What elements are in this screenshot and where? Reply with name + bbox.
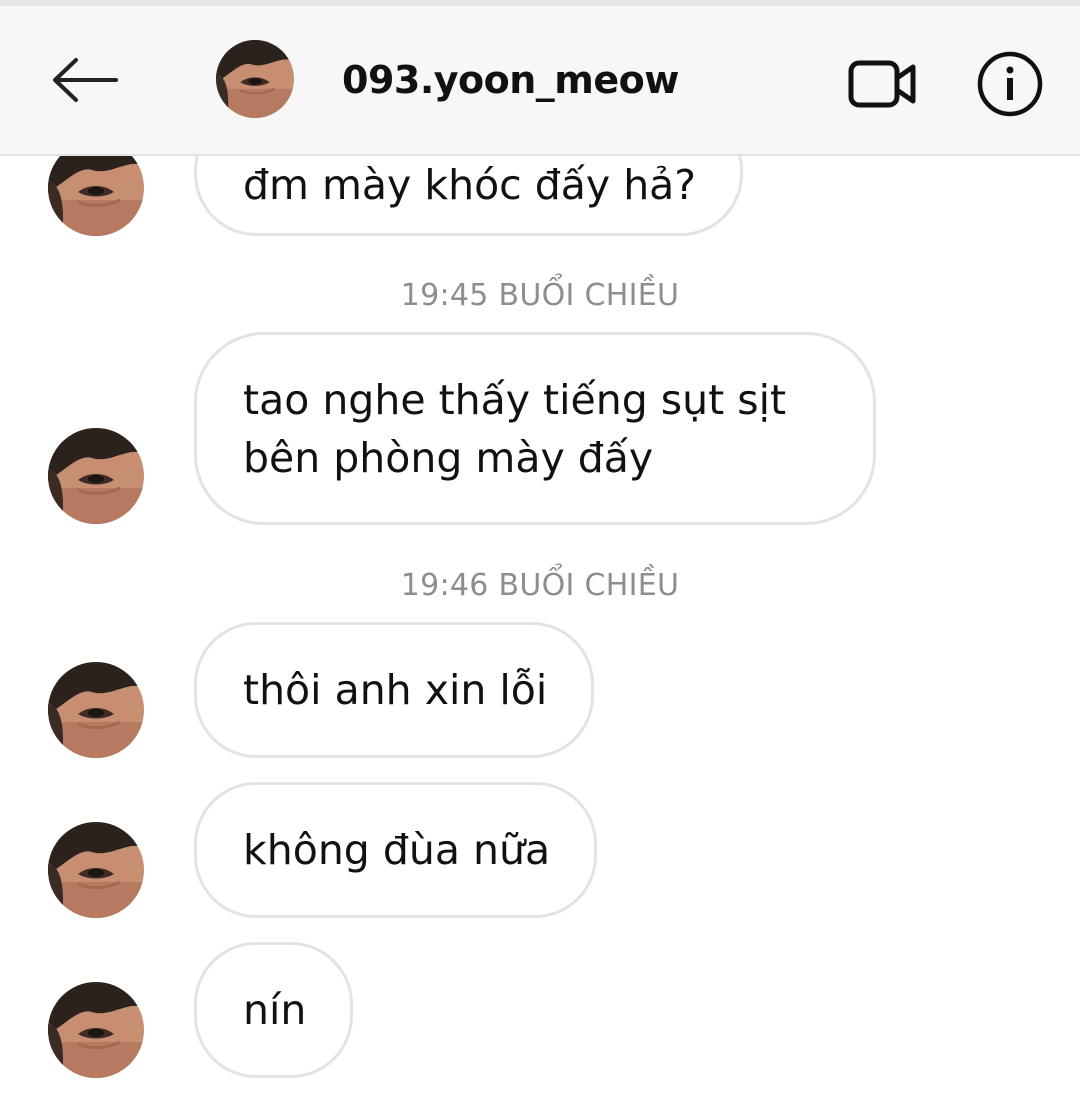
message-bubble[interactable]: không đùa nữa: [194, 782, 598, 918]
avatar-photo: [48, 822, 144, 918]
avatar-photo: [48, 428, 144, 524]
chat-header: 093.yoon_meow: [0, 6, 1080, 156]
sender-avatar[interactable]: [48, 982, 144, 1078]
message-bubble[interactable]: nín: [194, 942, 354, 1078]
arrow-left-icon: [53, 58, 118, 102]
avatar-photo: [48, 662, 144, 758]
video-camera-icon: [848, 60, 916, 108]
message-text: nín: [243, 986, 307, 1034]
info-icon: [977, 51, 1043, 117]
username[interactable]: 093.yoon_meow: [342, 58, 679, 102]
back-button[interactable]: [42, 42, 128, 118]
sender-avatar[interactable]: [48, 822, 144, 918]
timestamp: 19:46 BUỔI CHIỀU: [400, 568, 680, 603]
message-bubble[interactable]: tao nghe thấy tiếng sụt sịt bên phòng mà…: [194, 332, 876, 525]
message-text: đm mày khóc đấy hả?: [243, 161, 697, 209]
sender-avatar[interactable]: [48, 662, 144, 758]
info-button[interactable]: [972, 46, 1048, 122]
message-bubble[interactable]: thôi anh xin lỗi: [194, 622, 595, 758]
message-thread[interactable]: đm mày khóc đấy hả? 19:45 BUỔI CHIỀU tao…: [0, 0, 1080, 1094]
avatar-photo: [48, 982, 144, 1078]
video-call-button[interactable]: [840, 46, 926, 122]
message-text: thôi anh xin lỗi: [243, 666, 548, 714]
message-text: không đùa nữa: [243, 826, 551, 874]
message-text: tao nghe thấy tiếng sụt sịt bên phòng mà…: [243, 375, 787, 482]
sender-avatar[interactable]: [48, 428, 144, 524]
timestamp: 19:45 BUỔI CHIỀU: [400, 278, 680, 313]
avatar-photo: [216, 40, 294, 118]
profile-avatar[interactable]: [216, 40, 294, 118]
